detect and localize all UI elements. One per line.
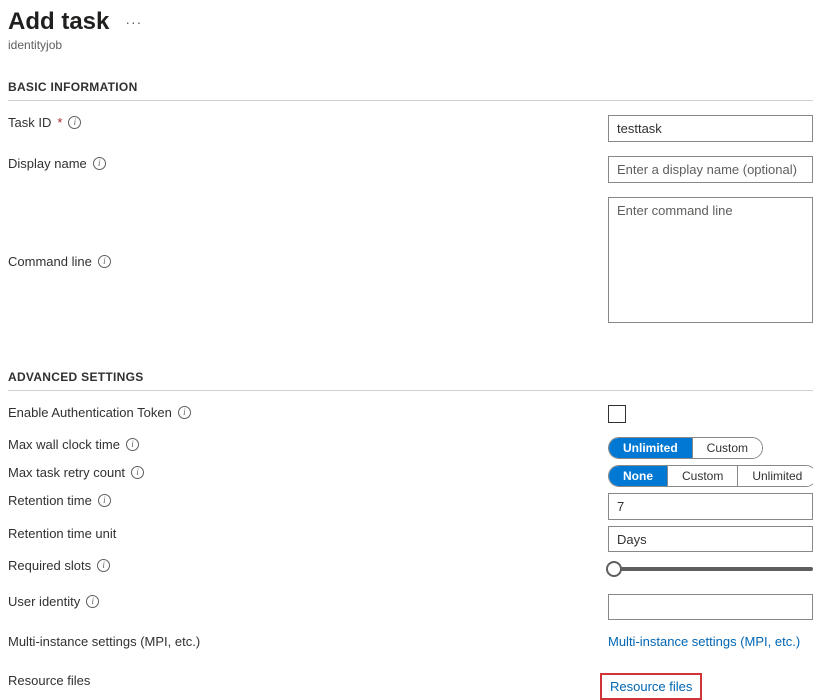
max-retry-option-none[interactable]: None xyxy=(609,466,667,486)
display-name-input[interactable] xyxy=(608,156,813,183)
page-title: Add task xyxy=(8,8,109,36)
section-basic-heading: BASIC INFORMATION xyxy=(8,80,813,101)
user-identity-label: User identity i xyxy=(8,594,608,609)
info-icon[interactable]: i xyxy=(86,595,99,608)
max-wall-segmented: Unlimited Custom xyxy=(608,437,763,459)
info-icon[interactable]: i xyxy=(97,559,110,572)
page-header: Add task ··· identityjob xyxy=(8,8,813,52)
resource-files-highlight: Resource files xyxy=(600,673,702,700)
max-retry-label: Max task retry count i xyxy=(8,465,608,480)
required-slots-label: Required slots i xyxy=(8,558,608,573)
section-advanced-heading: ADVANCED SETTINGS xyxy=(8,370,813,391)
retention-unit-select[interactable]: Days xyxy=(608,526,813,552)
more-actions-button[interactable]: ··· xyxy=(125,14,142,30)
task-id-input[interactable] xyxy=(608,115,813,142)
max-wall-label: Max wall clock time i xyxy=(8,437,608,452)
info-icon[interactable]: i xyxy=(68,116,81,129)
enable-auth-checkbox[interactable] xyxy=(608,405,626,423)
info-icon[interactable]: i xyxy=(178,406,191,419)
max-retry-option-unlimited[interactable]: Unlimited xyxy=(737,466,813,486)
info-icon[interactable]: i xyxy=(93,157,106,170)
enable-auth-label: Enable Authentication Token i xyxy=(8,405,608,420)
info-icon[interactable]: i xyxy=(131,466,144,479)
required-slots-slider[interactable] xyxy=(608,558,813,580)
page-subtitle: identityjob xyxy=(8,38,813,52)
multi-instance-link[interactable]: Multi-instance settings (MPI, etc.) xyxy=(608,634,800,649)
command-line-input[interactable] xyxy=(608,197,813,323)
info-icon[interactable]: i xyxy=(98,255,111,268)
max-wall-option-custom[interactable]: Custom xyxy=(692,438,762,458)
task-id-label: Task ID * i xyxy=(8,115,608,130)
info-icon[interactable]: i xyxy=(126,438,139,451)
required-asterisk: * xyxy=(57,115,62,130)
max-retry-segmented: None Custom Unlimited xyxy=(608,465,813,487)
command-line-label: Command line i xyxy=(8,254,608,269)
retention-unit-label: Retention time unit xyxy=(8,526,608,541)
slider-thumb[interactable] xyxy=(606,561,622,577)
resource-files-link[interactable]: Resource files xyxy=(610,679,692,694)
retention-time-label: Retention time i xyxy=(8,493,608,508)
info-icon[interactable]: i xyxy=(98,494,111,507)
resource-files-label: Resource files xyxy=(8,673,608,688)
max-retry-option-custom[interactable]: Custom xyxy=(667,466,737,486)
multi-instance-label: Multi-instance settings (MPI, etc.) xyxy=(8,634,608,649)
display-name-label: Display name i xyxy=(8,156,608,171)
max-wall-option-unlimited[interactable]: Unlimited xyxy=(609,438,692,458)
retention-time-input[interactable] xyxy=(608,493,813,520)
user-identity-select[interactable] xyxy=(608,594,813,620)
